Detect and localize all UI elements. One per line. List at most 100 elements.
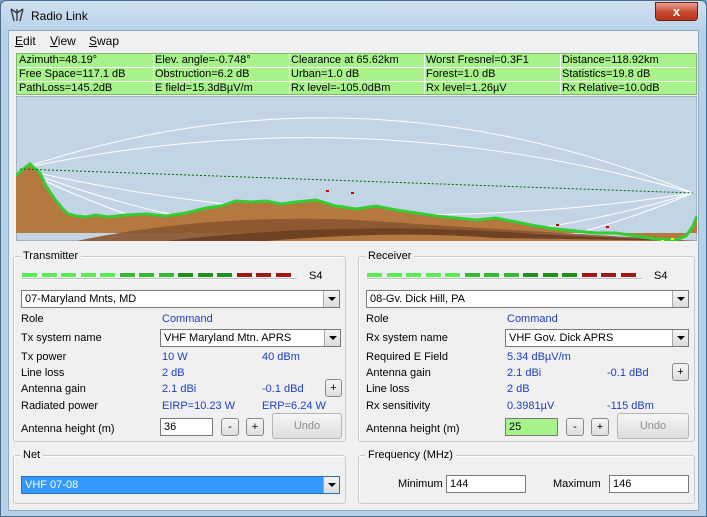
tx-undo-button[interactable]: Undo (272, 413, 342, 439)
meter-segment (562, 273, 577, 277)
tx-antenna-gain-dbi: 2.1 dBi (162, 383, 197, 395)
close-button[interactable]: x (655, 2, 698, 21)
stat-free-space: Free Space=117.1 dB (19, 68, 126, 80)
meter-track (22, 278, 297, 280)
meter-segment (100, 273, 115, 277)
rx-antenna-gain-dbi: 2.1 dBi (507, 367, 542, 379)
rx-line-loss-value: 2 dB (507, 383, 530, 395)
rx-antenna-height-input[interactable]: 25 (505, 418, 558, 436)
rx-antenna-height-label: Antenna height (m) (366, 423, 460, 435)
stat-statistics: Statistics=19.8 dB (562, 68, 651, 80)
receiver-group: Receiver S4 08-Gv. Dick Hill, PA Role Co… (358, 250, 695, 442)
meter-segment (119, 273, 135, 277)
rx-required-field-label: Required E Field (366, 351, 448, 363)
tx-height-plus-button[interactable]: + (246, 418, 264, 436)
tx-signal-level: S4 (309, 270, 323, 282)
radio-link-window: Radio Link x Edit View Swap Azimuth=48.1… (0, 0, 707, 517)
meter-segment (236, 273, 252, 277)
frequency-group: Frequency (MHz) Minimum 144 Maximum 146 (358, 449, 695, 504)
meter-segment (22, 273, 37, 277)
net-group-label: Net (20, 449, 44, 461)
antenna-icon (10, 8, 24, 22)
frequency-min-input[interactable]: 144 (446, 475, 526, 493)
tx-site-select[interactable]: 07-Maryland Mnts, MD (21, 290, 340, 308)
stat-elevation-angle: Elev. angle=-0.748° (155, 54, 251, 66)
meter-track (367, 278, 642, 280)
chevron-down-icon[interactable] (324, 330, 340, 346)
meter-segment (367, 273, 382, 277)
rx-undo-button[interactable]: Undo (617, 413, 689, 439)
tx-radiated-power-label: Radiated power (21, 400, 99, 412)
menu-edit[interactable]: Edit (15, 34, 36, 48)
tx-antenna-gain-dbd: -0.1 dBd (262, 383, 304, 395)
frequency-max-input[interactable]: 146 (609, 475, 689, 493)
rx-system-label: Rx system name (366, 332, 448, 344)
meter-segment (217, 273, 232, 277)
tx-role-label: Role (21, 313, 44, 325)
frequency-max-label: Maximum (553, 478, 601, 490)
chevron-down-icon[interactable] (323, 291, 339, 307)
rx-role-label: Role (366, 313, 389, 325)
rx-site-select[interactable]: 08-Gv. Dick Hill, PA (366, 290, 689, 308)
stat-rx-level-dbm: Rx level=-105.0dBm (291, 82, 391, 94)
net-select[interactable]: VHF 07-08 (21, 476, 340, 494)
stat-e-field: E field=15.3dBµV/m (155, 82, 253, 94)
meter-segment (523, 273, 538, 277)
stat-urban: Urban=1.0 dB (291, 68, 360, 80)
menu-swap[interactable]: Swap (89, 34, 119, 48)
meter-segment (275, 273, 291, 277)
rx-required-field-value: 5.34 dBµV/m (507, 351, 571, 363)
tx-height-minus-button[interactable]: - (221, 418, 239, 436)
stat-forest: Forest=1.0 dB (426, 68, 496, 80)
stat-azimuth: Azimuth=48.19° (19, 54, 98, 66)
tx-line-loss-value: 2 dB (162, 367, 185, 379)
menu-bar: Edit View Swap (9, 31, 698, 51)
tx-antenna-height-input[interactable]: 36 (160, 418, 213, 436)
rx-sensitivity-dbm: -115 dBm (607, 400, 654, 412)
chevron-down-icon[interactable] (672, 291, 688, 307)
rx-height-plus-button[interactable]: + (591, 418, 609, 436)
title-bar[interactable]: Radio Link x (1, 1, 706, 31)
meter-segment (41, 273, 57, 277)
meter-segment (620, 273, 636, 277)
tx-power-label: Tx power (21, 351, 67, 363)
chevron-down-icon[interactable] (323, 477, 339, 493)
meter-segment (503, 273, 519, 277)
tx-line-loss-label: Line loss (21, 367, 65, 379)
rx-gain-plus-button[interactable]: + (672, 363, 689, 381)
window-title: Radio Link (31, 9, 88, 23)
meter-segment (581, 273, 597, 277)
rx-antenna-gain-label: Antenna gain (366, 367, 431, 379)
chevron-down-icon[interactable] (672, 330, 688, 346)
menu-view[interactable]: View (50, 34, 76, 48)
rx-height-minus-button[interactable]: - (566, 418, 584, 436)
rx-role-value[interactable]: Command (507, 313, 558, 325)
meter-segment (158, 273, 174, 277)
net-group: Net VHF 07-08 (13, 449, 346, 504)
tx-gain-plus-button[interactable]: + (325, 379, 342, 397)
rx-sensitivity-uv: 0.3981µV (507, 400, 555, 412)
meter-segment (464, 273, 480, 277)
meter-segment (542, 273, 558, 277)
rx-sensitivity-label: Rx sensitivity (366, 400, 431, 412)
stat-clearance: Clearance at 65.62km (291, 54, 399, 66)
tx-role-value[interactable]: Command (162, 313, 213, 325)
rx-line-loss-label: Line loss (366, 383, 410, 395)
meter-segment (197, 273, 213, 277)
meter-segment (445, 273, 460, 277)
stat-path-loss: PathLoss=145.2dB (19, 82, 113, 94)
meter-segment (139, 273, 154, 277)
receiver-group-label: Receiver (365, 250, 415, 262)
rx-signal-level: S4 (654, 270, 668, 282)
meter-segment (61, 273, 76, 277)
meter-segment (80, 273, 96, 277)
rx-system-select[interactable]: VHF Gov. Dick APRS (505, 329, 689, 347)
rx-signal-meter (367, 273, 642, 280)
frequency-min-label: Minimum (398, 478, 443, 490)
stat-worst-fresnel: Worst Fresnel=0.3F1 (426, 54, 529, 66)
tx-system-select[interactable]: VHF Maryland Mtn. APRS (160, 329, 341, 347)
tx-power-dbm: 40 dBm (262, 351, 300, 363)
tx-antenna-height-label: Antenna height (m) (21, 423, 115, 435)
transmitter-group-label: Transmitter (20, 250, 82, 262)
meter-segment (178, 273, 193, 277)
